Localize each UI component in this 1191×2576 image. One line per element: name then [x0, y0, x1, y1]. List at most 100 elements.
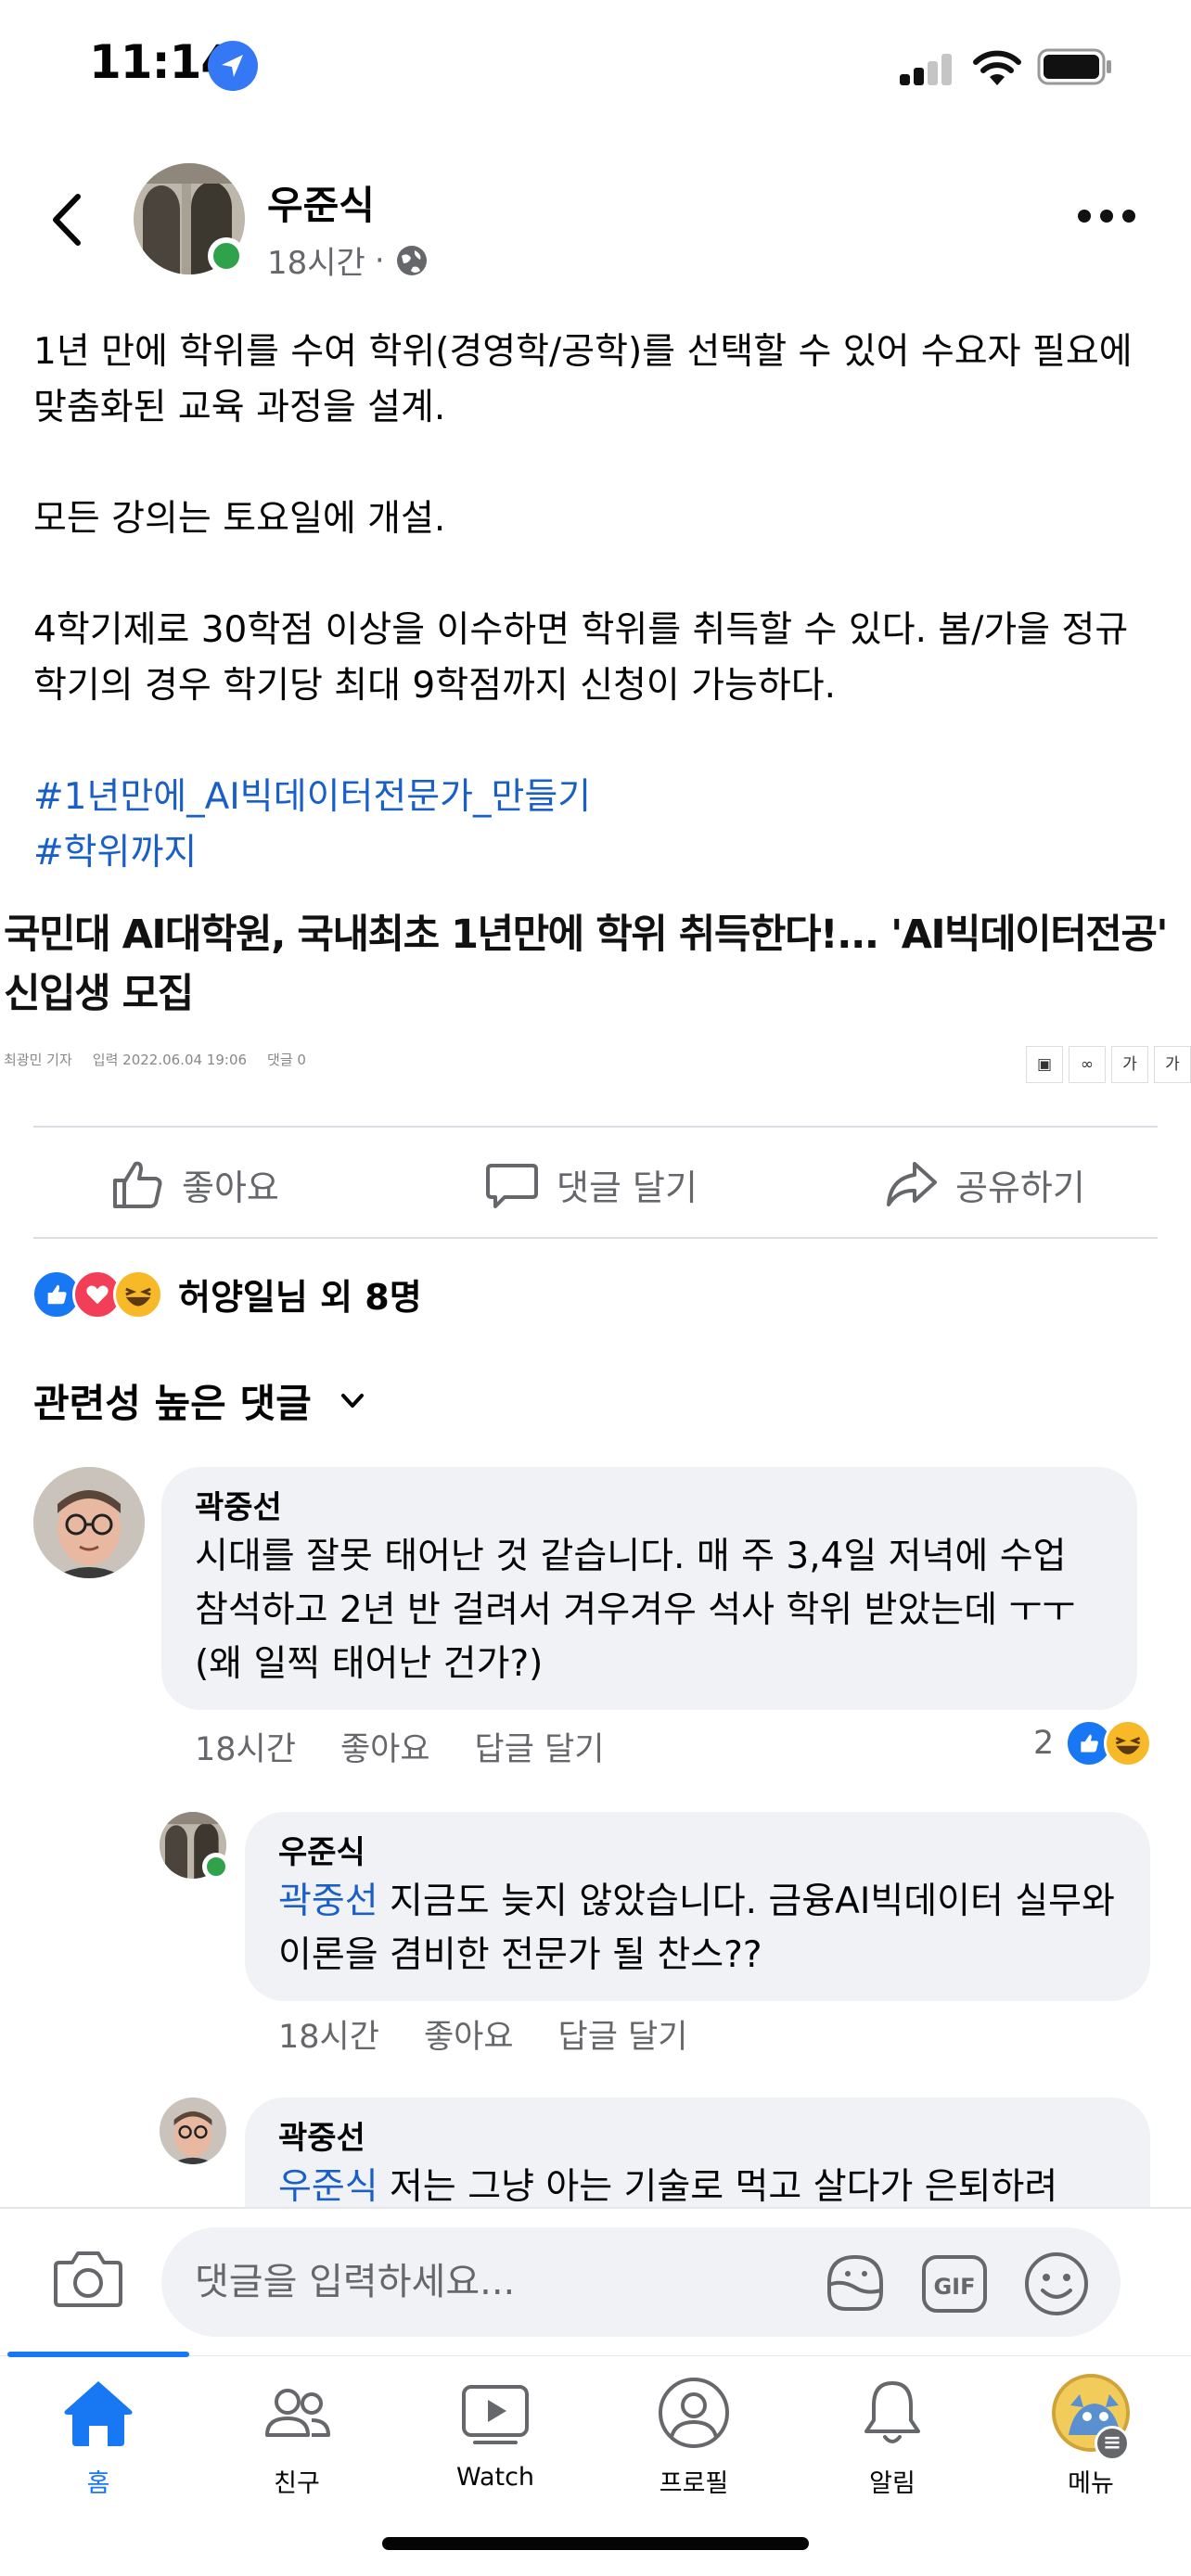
comment-author[interactable]: 우준식 — [278, 1830, 1121, 1875]
comment-text: 우준식 저는 그냥 아는 기술로 먹고 살다가 은퇴하려 — [278, 2161, 1121, 2207]
comment-reply-button[interactable]: 답글 달기 — [475, 1723, 605, 1770]
comment-time[interactable]: 18시간 — [278, 2010, 379, 2058]
share-label: 공유하기 — [955, 1167, 1085, 1208]
comment-reaction-count[interactable]: 2 — [1033, 1719, 1153, 1767]
post-paragraph: 모든 강의는 토요일에 개설. — [33, 498, 446, 540]
meta-separator: · — [374, 241, 385, 279]
article-reporter: 최광민 기자 — [4, 1052, 72, 1068]
profile-icon — [659, 2378, 729, 2448]
comment-label: 댓글 달기 — [557, 1167, 698, 1208]
article-date: 입력 2022.06.04 19:06 — [92, 1052, 248, 1068]
haha-reaction-icon — [113, 1269, 163, 1320]
like-button[interactable]: 좋아요 — [109, 1152, 279, 1217]
reaction-summary-text: 허양일님 외 8명 — [178, 1277, 422, 1318]
comment-text-body: 지금도 늦지 않았습니다. 금융AI빅데이터 실무와 이론을 겸비한 전문가 될… — [278, 1881, 1115, 1976]
friends-icon — [265, 2389, 330, 2437]
tab-label: 알림 — [869, 2469, 916, 2498]
globe-icon — [396, 245, 427, 275]
cellular-signal-icon — [900, 54, 954, 85]
post-meta: 18시간 · — [267, 237, 429, 283]
online-status-dot — [202, 1853, 230, 1881]
tab-menu[interactable]: 메뉴 — [1021, 2374, 1160, 2504]
tab-watch[interactable]: Watch — [426, 2374, 565, 2504]
post-paragraph: 4학기제로 30학점 이상을 이수하면 학위를 취득할 수 있다. 봄/가을 정… — [33, 609, 1129, 707]
menu-list-icon — [1095, 2426, 1130, 2461]
online-status-dot — [208, 237, 245, 274]
commenter-avatar[interactable] — [33, 1467, 145, 1578]
comment-reply-button[interactable]: 답글 달기 — [558, 2010, 688, 2058]
tab-label: 홈 — [86, 2469, 110, 2498]
tab-notifications[interactable]: 알림 — [823, 2374, 962, 2504]
more-options-button[interactable] — [1078, 202, 1143, 230]
battery-icon — [1037, 48, 1111, 85]
like-label: 좋아요 — [182, 1167, 279, 1208]
comment-button[interactable]: 댓글 달기 — [484, 1152, 698, 1217]
tab-friends[interactable]: 친구 — [227, 2374, 366, 2504]
divider — [33, 1126, 1158, 1128]
tab-home[interactable]: 홈 — [29, 2374, 168, 2504]
font-size-button[interactable]: 가 — [1111, 1046, 1148, 1083]
home-indicator[interactable] — [382, 2537, 809, 2550]
reply-bubble[interactable]: 우준식 곽중선 지금도 늦지 않았습니다. 금융AI빅데이터 실무와 이론을 겸… — [245, 1812, 1150, 2001]
tab-label: 프로필 — [659, 2469, 729, 2498]
tab-label: 친구 — [274, 2469, 320, 2498]
comment-bubble[interactable]: 곽중선 시대를 잘못 태어난 것 같습니다. 매 주 3,4일 저녁에 수업 참… — [161, 1467, 1137, 1710]
comment-sort-label: 관련성 높은 댓글 — [33, 1381, 312, 1426]
commenter-avatar[interactable] — [160, 2098, 226, 2164]
tab-label: 메뉴 — [1068, 2469, 1114, 2498]
article-comment-count: 댓글 0 — [267, 1052, 306, 1068]
post-paragraph: 1년 만에 학위를 수여 학위(경영학/공학)를 선택할 수 있어 수요자 필요… — [33, 331, 1133, 428]
status-bar: 11:14 — [0, 0, 1191, 130]
post-action-bar: 좋아요 댓글 달기 공유하기 — [0, 1131, 1191, 1235]
comment-text: 곽중선 지금도 늦지 않았습니다. 금융AI빅데이터 실무와 이론을 겸비한 전… — [278, 1875, 1121, 1983]
comment-actions: 18시간 좋아요 답글 달기 — [195, 1723, 604, 1770]
share-arrow-icon — [887, 1162, 937, 1206]
home-icon — [64, 2381, 133, 2446]
watch-icon — [462, 2385, 529, 2444]
link-icon[interactable]: ∞ — [1069, 1046, 1106, 1083]
gif-icon[interactable]: GIF — [920, 2251, 989, 2316]
chevron-down-icon — [340, 1393, 364, 1408]
tab-label: Watch — [455, 2463, 535, 2492]
comment-actions: 18시간 좋아요 답글 달기 — [278, 2010, 687, 2058]
hashtag-link[interactable]: #1년만에_AI빅데이터전문가_만들기 — [33, 770, 1165, 825]
haha-reaction-icon — [1104, 1719, 1153, 1767]
divider — [33, 1237, 1158, 1239]
print-icon[interactable]: ▣ — [1026, 1046, 1063, 1083]
article-title[interactable]: 국민대 AI대학원, 국내최초 1년만에 학위 취득한다!... 'AI빅데이터… — [4, 905, 1191, 1024]
article-meta: 최광민 기자 입력 2022.06.04 19:06 댓글 0 — [4, 1050, 306, 1069]
active-tab-indicator — [7, 2352, 189, 2357]
comment-bubble-icon — [486, 1164, 538, 1208]
comment-like-button[interactable]: 좋아요 — [424, 2010, 514, 2058]
comment-text: 시대를 잘못 태어난 것 같습니다. 매 주 3,4일 저녁에 수업 참석하고 … — [195, 1536, 1076, 1685]
reaction-count: 2 — [1033, 1725, 1055, 1762]
location-arrow-icon — [208, 41, 258, 91]
comment-like-button[interactable]: 좋아요 — [340, 1723, 430, 1770]
font-size-button[interactable]: 가 — [1154, 1046, 1191, 1083]
sticker-icon[interactable] — [820, 2248, 890, 2318]
share-button[interactable]: 공유하기 — [883, 1152, 1085, 1217]
comment-text-body: 저는 그냥 아는 기술로 먹고 살다가 은퇴하려 — [378, 2166, 1058, 2207]
post-body: 1년 만에 학위를 수여 학위(경영학/공학)를 선택할 수 있어 수요자 필요… — [33, 325, 1165, 881]
back-button[interactable] — [45, 187, 91, 252]
comment-time[interactable]: 18시간 — [195, 1723, 296, 1770]
comment-author[interactable]: 곽중선 — [278, 2116, 1121, 2161]
post-time[interactable]: 18시간 — [267, 237, 365, 283]
post-author-name[interactable]: 우준식 — [267, 174, 375, 231]
comment-sort-dropdown[interactable]: 관련성 높은 댓글 — [33, 1372, 369, 1429]
reaction-summary[interactable]: 허양일님 외 8명 — [32, 1269, 422, 1320]
emoji-icon[interactable] — [1022, 2250, 1091, 2318]
mention-link[interactable]: 곽중선 — [278, 1881, 378, 1922]
wifi-icon — [973, 50, 1021, 85]
svg-text:GIF: GIF — [933, 2274, 975, 2300]
hashtag-link[interactable]: #학위까지 — [33, 825, 1165, 881]
comment-author[interactable]: 곽중선 — [195, 1486, 1108, 1530]
reply-bubble[interactable]: 곽중선 우준식 저는 그냥 아는 기술로 먹고 살다가 은퇴하려 — [245, 2098, 1150, 2207]
thumbs-up-icon — [113, 1161, 162, 1208]
camera-icon[interactable] — [52, 2242, 124, 2315]
tab-profile[interactable]: 프로필 — [624, 2374, 763, 2504]
mention-link[interactable]: 우준식 — [278, 2166, 378, 2207]
bell-icon — [864, 2381, 920, 2443]
article-tools: ▣ ∞ 가 가 — [1026, 1046, 1191, 1083]
divider — [0, 2207, 1191, 2209]
